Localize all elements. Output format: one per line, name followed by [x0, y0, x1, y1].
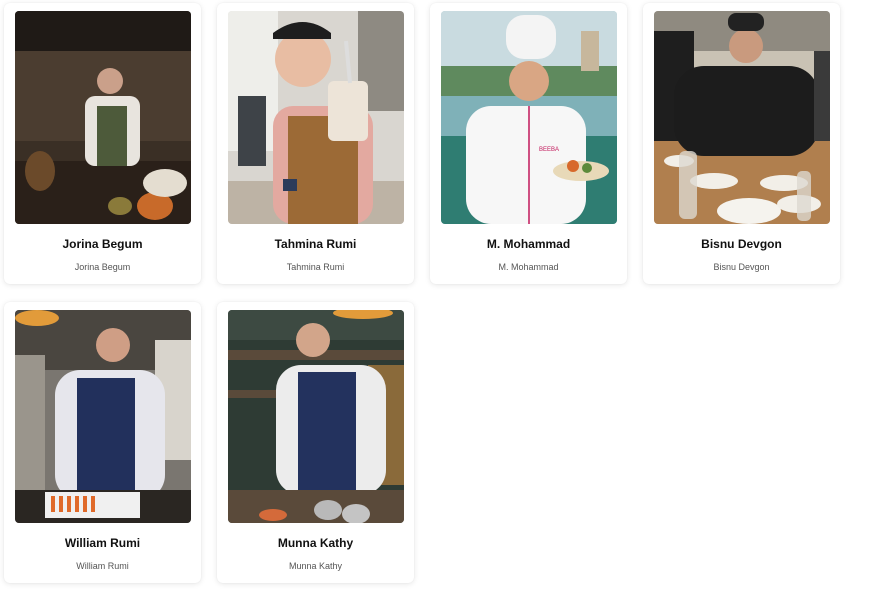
team-grid: Jorina Begum Jorina Begum Tahmina Rumi T…	[0, 0, 877, 601]
member-subtitle: M. Mohammad	[498, 262, 559, 272]
badge-text: BEEBA	[539, 147, 559, 153]
member-subtitle: William Rumi	[76, 561, 129, 571]
team-card[interactable]: Jorina Begum Jorina Begum	[4, 3, 201, 284]
team-card[interactable]: Bisnu Devgon Bisnu Devgon	[643, 3, 840, 284]
team-card[interactable]: Tahmina Rumi Tahmina Rumi	[217, 3, 414, 284]
member-subtitle: Tahmina Rumi	[286, 262, 345, 272]
member-name: M. Mohammad	[486, 237, 571, 251]
member-subtitle: Bisnu Devgon	[713, 262, 770, 272]
member-name: Tahmina Rumi	[274, 237, 357, 251]
chef-photo: BEEBA	[441, 11, 617, 224]
chef-photo	[654, 11, 830, 224]
chef-photo	[15, 11, 191, 224]
team-card[interactable]: William Rumi William Rumi	[4, 302, 201, 583]
team-card[interactable]: BEEBA M. Mohammad M. Mohammad	[430, 3, 627, 284]
member-name: William Rumi	[64, 536, 141, 550]
member-subtitle: Munna Kathy	[288, 561, 343, 571]
member-subtitle: Jorina Begum	[74, 262, 131, 272]
chef-photo	[15, 310, 191, 523]
chef-photo	[228, 310, 404, 523]
team-card[interactable]: Munna Kathy Munna Kathy	[217, 302, 414, 583]
chef-photo	[228, 11, 404, 224]
member-name: Bisnu Devgon	[701, 237, 782, 251]
member-name: Jorina Begum	[62, 237, 143, 251]
member-name: Munna Kathy	[277, 536, 354, 550]
